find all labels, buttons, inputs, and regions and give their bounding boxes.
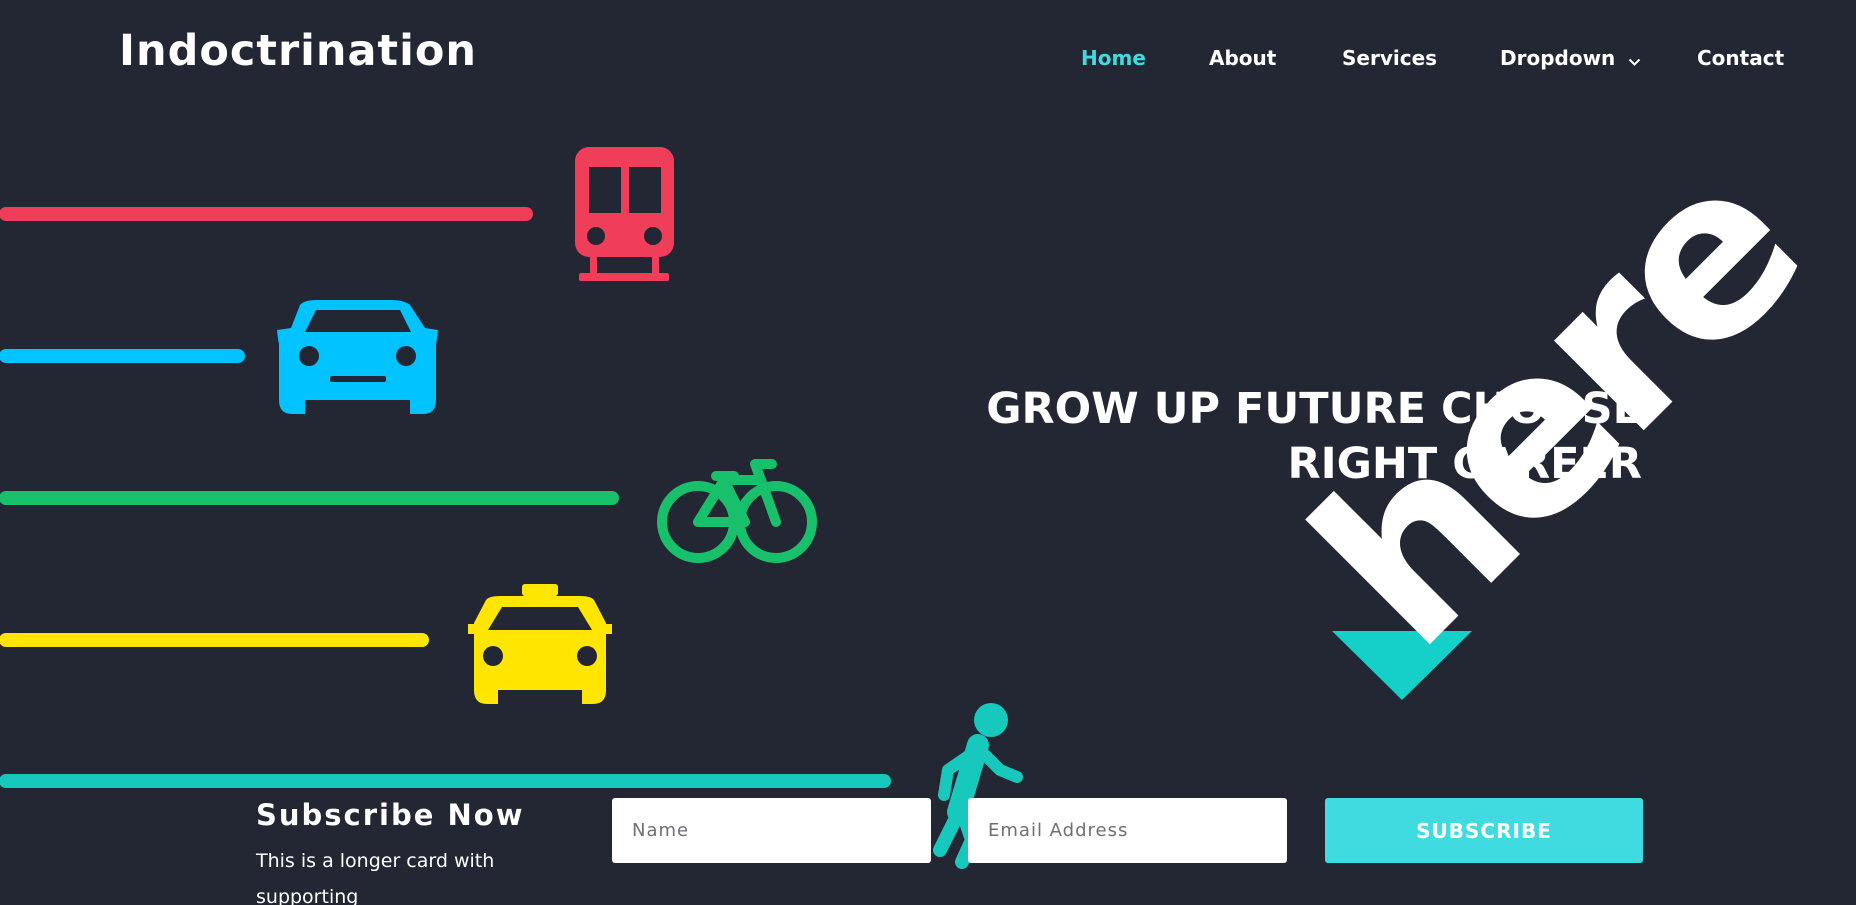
main-nav: Home About Services Dropdown Contact <box>0 46 1856 76</box>
email-input[interactable] <box>968 798 1287 863</box>
hero-title: GROW UP FUTURE CHOOSE RIGHT CAREER <box>942 382 1642 492</box>
taxi-icon <box>468 584 612 704</box>
nav-home[interactable]: Home <box>1081 46 1146 70</box>
train-icon <box>575 147 674 281</box>
nav-about[interactable]: About <box>1209 46 1276 70</box>
hero-title-line1: GROW UP FUTURE CHOOSE <box>986 384 1642 434</box>
car-icon <box>277 300 438 414</box>
page: here Indoctrination Home About Services … <box>0 0 1856 905</box>
nav-services[interactable]: Services <box>1342 46 1437 70</box>
chevron-down-icon <box>1628 48 1641 72</box>
nav-dropdown[interactable]: Dropdown <box>1500 46 1641 72</box>
bicycle-icon <box>657 459 817 563</box>
hero-title-line2: RIGHT CAREER <box>1287 439 1643 489</box>
subscribe-description: This is a longer card with supporting <box>256 850 495 905</box>
subscribe-button[interactable]: SUBSCRIBE <box>1325 798 1643 863</box>
nav-contact[interactable]: Contact <box>1697 46 1784 70</box>
nav-dropdown-label: Dropdown <box>1500 46 1616 70</box>
subscribe-heading: Subscribe Now <box>256 798 525 832</box>
name-input[interactable] <box>612 798 931 863</box>
